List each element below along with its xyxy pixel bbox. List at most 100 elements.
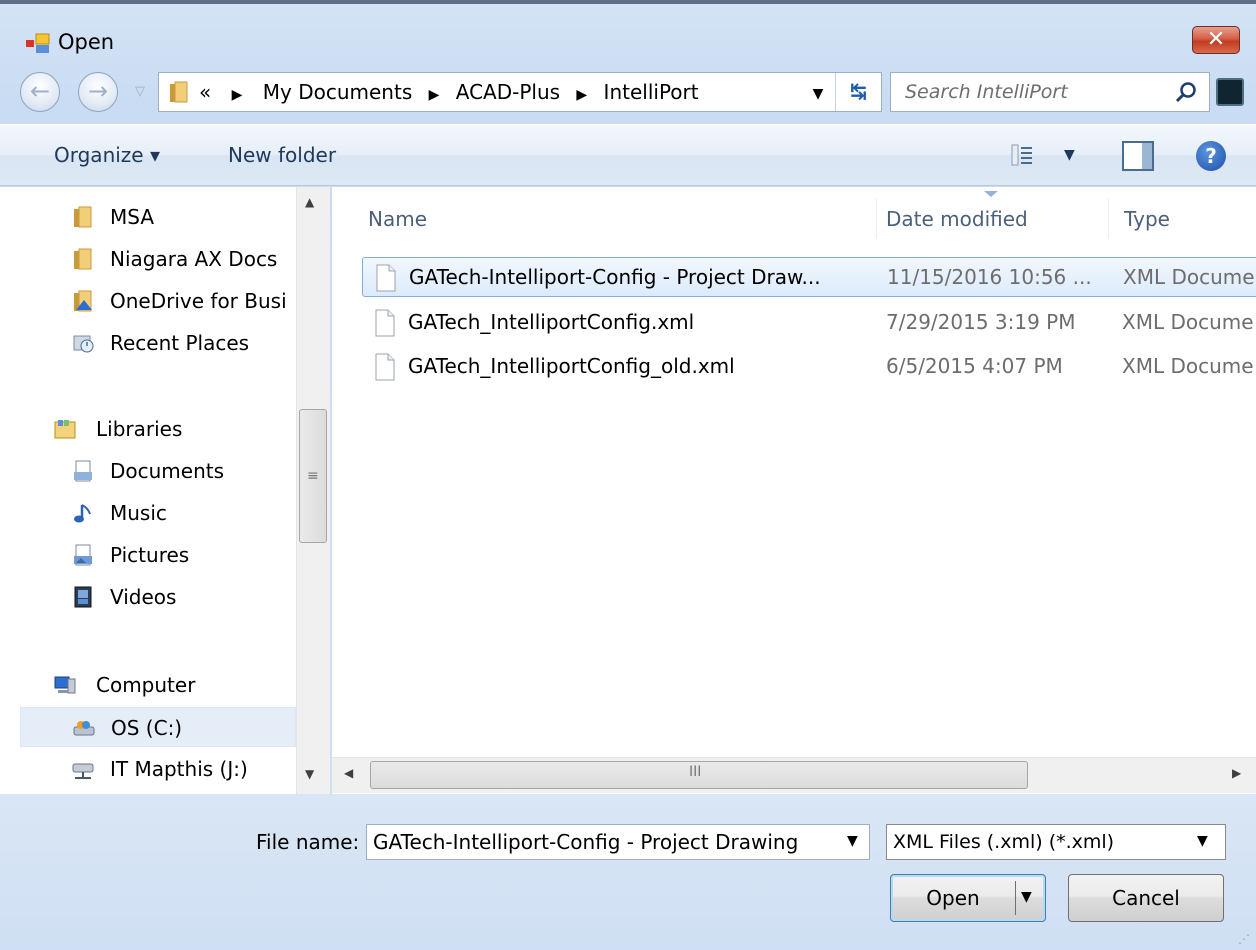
open-button[interactable]: Open ▼ [890,874,1046,922]
address-bar[interactable]: « ▶ My Documents ▶ ACAD-Plus ▶ IntelliPo… [158,72,882,112]
organize-button[interactable]: Organize ▾ [54,125,160,187]
refresh-button[interactable]: ↹ [835,73,881,111]
cancel-button[interactable]: Cancel [1068,874,1224,922]
file-icon [375,309,395,337]
grip-icon: ≡ [307,468,319,484]
search-icon[interactable] [1175,81,1197,103]
views-dropdown[interactable]: ▼ [1064,147,1075,163]
resize-grip-icon[interactable]: ⋰ [1238,932,1250,946]
nav-item-documents[interactable]: Documents [20,451,296,491]
music-icon [74,504,91,523]
new-folder-button[interactable]: New folder [228,125,336,187]
file-type: XML Docume [1122,354,1254,378]
nav-item-label: Pictures [110,543,190,567]
scrollbar-thumb[interactable]: ≡ [299,409,327,543]
recent-places-icon [73,335,94,353]
dialog-app-icon [26,33,50,53]
file-row[interactable]: GATech_IntelliportConfig_old.xml 6/5/201… [362,347,1256,387]
breadcrumb-item[interactable]: IntelliPort [604,80,699,104]
scroll-up-icon[interactable]: ▲ [305,195,314,209]
file-name: GATech-Intelliport-Config - Project Draw… [409,265,821,289]
file-date: 7/29/2015 3:19 PM [886,310,1076,334]
nav-item-it-mapthis[interactable]: IT Mapthis (J:) [20,749,296,789]
nav-item-label: MSA [110,205,155,229]
file-date: 6/5/2015 4:07 PM [886,354,1063,378]
nav-item-computer[interactable]: Computer [20,665,296,705]
column-separator[interactable] [1108,199,1109,239]
documents-icon [74,460,92,482]
scroll-left-icon[interactable]: ◀ [344,766,353,780]
column-header-date[interactable]: Date modified [886,199,1028,239]
sort-indicator-icon [984,191,998,197]
chevron-down-icon[interactable]: ▼ [1021,889,1032,905]
videos-icon [74,586,92,608]
address-dropdown[interactable]: ▼ [807,85,829,103]
breadcrumb-overflow[interactable]: « [199,80,211,104]
chevron-down-icon[interactable]: ▼ [847,833,858,849]
search-input[interactable]: Search IntelliPort [890,72,1210,112]
nav-item-label: Music [110,501,167,525]
file-type-select[interactable]: XML Files (.xml) (*.xml) ▼ [886,824,1226,860]
nav-item-label: Videos [110,585,177,609]
file-type: XML Docume [1122,310,1254,334]
file-type: XML Docume [1123,265,1255,289]
nav-item-recent-places[interactable]: Recent Places [20,323,296,363]
app-shortcut-icon[interactable] [1216,78,1244,106]
forward-button[interactable]: → [78,72,118,112]
file-name-label: File name: [256,830,360,854]
horizontal-scrollbar[interactable]: ◀ III ▶ [332,757,1256,793]
nav-item-onedrive[interactable]: OneDrive for Busi [20,281,296,321]
nav-item-label: OS (C:) [111,716,183,740]
scroll-down-icon[interactable]: ▼ [305,767,314,781]
arrow-right-icon: → [87,77,109,105]
file-date: 11/15/2016 10:56 ... [887,265,1092,289]
column-separator[interactable] [876,199,877,239]
recent-locations-dropdown[interactable]: ▽ [132,84,148,100]
breadcrumb-item[interactable]: My Documents [263,80,412,104]
chevron-down-icon: ▼ [1064,147,1075,163]
file-row[interactable]: GATech_IntelliportConfig.xml 7/29/2015 3… [362,303,1256,343]
file-name: GATech_IntelliportConfig.xml [408,310,695,334]
file-icon [375,353,395,381]
file-type-value: XML Files (.xml) (*.xml) [893,831,1115,853]
navigation-scrollbar[interactable]: ▲ ≡ ▼ [296,187,330,794]
nav-item-pictures[interactable]: Pictures [20,535,296,575]
nav-item-label: Computer [96,673,196,697]
help-icon[interactable]: ? [1196,141,1226,171]
nav-item-label: Documents [110,459,225,483]
onedrive-icon [74,290,92,312]
refresh-icon: ↹ [850,79,867,103]
network-drive-icon [72,763,94,779]
nav-item-niagara[interactable]: Niagara AX Docs [20,239,296,279]
nav-item-os-c[interactable]: OS (C:) [20,707,296,747]
file-name-value[interactable]: GATech-Intelliport-Config - Project Draw… [373,825,843,859]
nav-item-libraries[interactable]: Libraries [20,409,296,449]
chevron-down-icon: ▽ [135,84,145,99]
open-dialog: Open ✕ ← → ▽ « ▶ My Documents ▶ ACAD-Plu… [0,0,1256,950]
breadcrumb-item[interactable]: ACAD-Plus [456,80,560,104]
nav-item-videos[interactable]: Videos [20,577,296,617]
scroll-right-icon[interactable]: ▶ [1232,766,1241,780]
file-name: GATech_IntelliportConfig_old.xml [408,354,735,378]
pictures-icon [74,544,92,566]
chevron-right-icon[interactable]: ▶ [576,76,587,114]
scrollbar-thumb[interactable]: III [370,761,1028,789]
file-name-field[interactable]: GATech-Intelliport-Config - Project Draw… [366,824,870,860]
file-row[interactable]: GATech-Intelliport-Config - Project Draw… [362,257,1256,297]
close-button[interactable]: ✕ [1192,26,1240,54]
nav-item-label: Niagara AX Docs [110,247,278,271]
folder-icon [74,248,92,270]
views-icon[interactable] [1010,143,1034,167]
open-button-label[interactable]: Open [891,875,1015,921]
nav-item-label: Libraries [96,417,183,441]
navigation-pane: MSA Niagara AX Docs OneDrive for Busi Re… [0,187,330,794]
back-button[interactable]: ← [20,72,60,112]
column-header-name[interactable]: Name [368,199,427,239]
chevron-down-icon[interactable]: ▼ [1197,833,1208,849]
grip-icon: III [689,764,702,780]
nav-item-music[interactable]: Music [20,493,296,533]
nav-item-msa[interactable]: MSA [20,197,296,237]
column-header-type[interactable]: Type [1124,199,1170,239]
preview-pane-button[interactable] [1122,141,1154,171]
chevron-right-icon[interactable]: ▶ [429,76,440,114]
